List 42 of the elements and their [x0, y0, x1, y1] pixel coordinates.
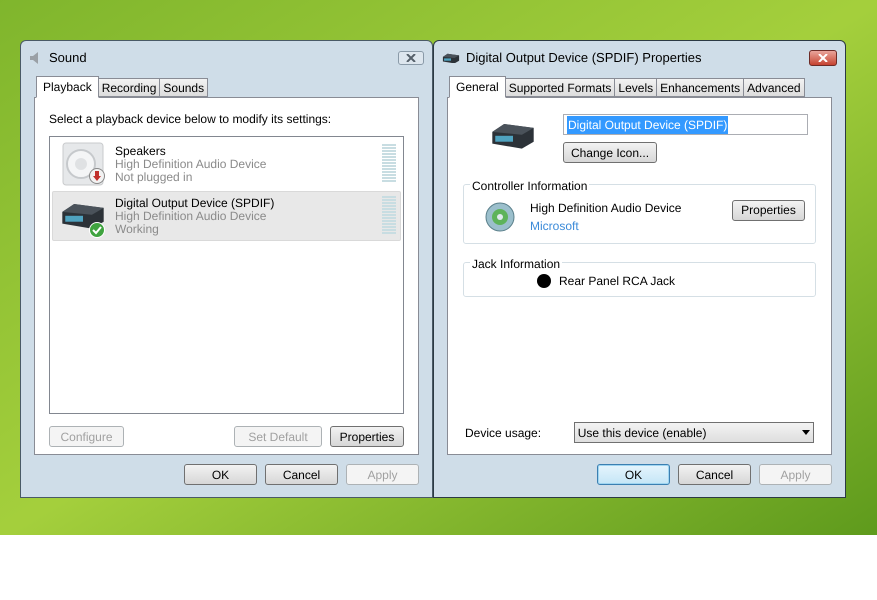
instruction-text: Select a playback device below to modify its settings: — [49, 111, 332, 128]
tab[interactable]: Advanced — [744, 78, 805, 97]
device-status: Not plugged in — [115, 170, 194, 184]
audio-device-icon — [490, 122, 536, 150]
tab[interactable]: Supported Formats — [506, 78, 616, 97]
audio-disc-icon — [484, 201, 516, 233]
device-status: Working — [115, 222, 160, 236]
device-item[interactable]: Speakers High Definition Audio Device Not plugged in — [52, 139, 401, 189]
dialog-button[interactable]: Cancel — [265, 464, 338, 485]
tab[interactable]: Recording — [98, 78, 160, 97]
close-button[interactable] — [809, 50, 837, 66]
device-usage-label: Device usage: — [465, 424, 542, 442]
properties-button[interactable]: Properties — [330, 426, 404, 447]
jack-label: Rear Panel RCA Jack — [559, 272, 676, 290]
close-icon — [818, 54, 828, 62]
close-button[interactable] — [398, 51, 424, 65]
level-meter-icon — [382, 196, 396, 236]
tab[interactable]: Sounds — [160, 78, 208, 97]
close-icon — [406, 54, 416, 62]
tab[interactable]: Levels — [615, 78, 658, 97]
dropdown-arrow-icon — [802, 430, 810, 435]
tab[interactable]: Enhancements — [657, 78, 744, 97]
device-driver: High Definition Audio Device — [115, 158, 266, 170]
device-driver: High Definition Audio Device — [115, 210, 266, 222]
vendor-link[interactable]: Microsoft — [530, 217, 682, 235]
audio-device-icon — [442, 52, 460, 64]
tab[interactable]: General — [449, 76, 506, 98]
audio-device-icon — [60, 202, 106, 230]
dialog-button[interactable]: Cancel — [678, 464, 751, 485]
device-name: Speakers — [115, 144, 167, 158]
window-title: Sound — [49, 49, 87, 68]
level-meter-icon — [382, 144, 396, 184]
device-name: Digital Output Device (SPDIF) — [115, 196, 274, 210]
dialog-button[interactable]: OK — [184, 464, 257, 485]
dialog-button[interactable]: OK — [597, 464, 670, 485]
device-usage-dropdown[interactable]: Use this device (enable) — [574, 422, 814, 443]
window-title: Digital Output Device (SPDIF) Properties — [466, 49, 702, 68]
change-icon-button[interactable]: Change Icon... — [563, 142, 657, 163]
tab[interactable]: Playback — [36, 76, 99, 98]
device-item[interactable]: Digital Output Device (SPDIF) High Definition Audio Device Working — [52, 191, 401, 241]
controller-properties-button[interactable]: Properties — [732, 200, 805, 220]
controller-name: High Definition Audio Device — [530, 200, 682, 217]
